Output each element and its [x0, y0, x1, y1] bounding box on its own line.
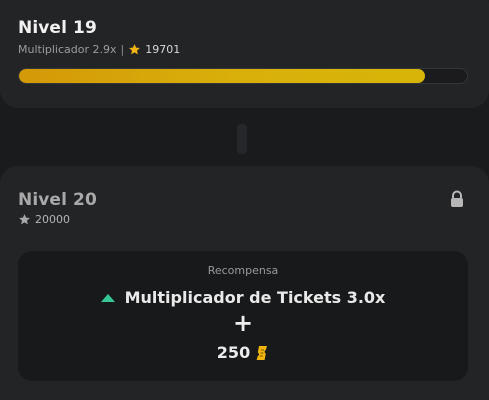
ticket-amount: 250 [216, 343, 251, 362]
arrow-up-icon [100, 293, 115, 302]
ticket-icon [256, 345, 268, 360]
current-level-card: Nivel 19 Multiplicador 2.9x | 19701 [0, 0, 489, 108]
level-progress-bar [18, 68, 468, 84]
star-icon [129, 44, 141, 55]
next-level-stats: 20000 [18, 213, 70, 226]
stats-separator: | [120, 43, 125, 56]
reward-label: Recompensa [207, 264, 279, 277]
current-points: 19701 [145, 43, 181, 56]
reward-box: Recompensa Multiplicador de Tickets 3.0x… [18, 251, 468, 381]
ticket-reward: 250 [18, 343, 468, 362]
lock-icon [451, 190, 463, 207]
current-level-title: Nivel 19 [18, 18, 97, 38]
current-multiplier-text: Multiplicador 2.9x [18, 43, 117, 56]
plus-sign: + [232, 309, 254, 337]
next-level-title: Nivel 20 [18, 190, 97, 210]
multiplier-reward: Multiplicador de Tickets 3.0x [18, 288, 468, 307]
level-connector [237, 124, 247, 154]
current-level-stats: Multiplicador 2.9x | 19701 [18, 43, 180, 56]
level-progress-fill [19, 69, 426, 83]
next-points: 20000 [35, 213, 70, 226]
multiplier-reward-text: Multiplicador de Tickets 3.0x [124, 288, 386, 307]
star-outline-icon [19, 214, 30, 225]
next-level-card: Nivel 20 20000 Recompensa Multiplicador … [0, 166, 489, 400]
